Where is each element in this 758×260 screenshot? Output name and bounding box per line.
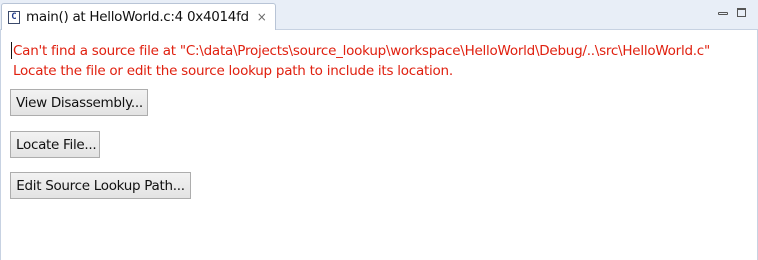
close-icon[interactable]: ×	[256, 11, 268, 23]
maximize-icon[interactable]	[737, 8, 746, 17]
minimize-icon[interactable]	[717, 8, 728, 18]
locate-file-button[interactable]: Locate File...	[10, 131, 100, 158]
text-caret	[11, 42, 12, 59]
editor-window: C main() at HelloWorld.c:4 0x4014fd × Ca…	[0, 0, 758, 260]
window-controls	[717, 8, 746, 18]
error-message-line-1: Can't find a source file at "C:\data\Pro…	[13, 43, 710, 59]
tab-title: main() at HelloWorld.c:4 0x4014fd	[26, 9, 249, 25]
tab-main-hello-world[interactable]: C main() at HelloWorld.c:4 0x4014fd ×	[1, 3, 276, 30]
c-source-file-icon: C	[8, 10, 20, 24]
edit-source-lookup-path-button[interactable]: Edit Source Lookup Path...	[10, 172, 191, 199]
editor-tab-bar: C main() at HelloWorld.c:4 0x4014fd ×	[0, 0, 758, 30]
source-not-found-panel: Can't find a source file at "C:\data\Pro…	[0, 30, 758, 260]
error-message-line-2: Locate the file or edit the source looku…	[13, 63, 453, 79]
view-disassembly-button[interactable]: View Disassembly...	[10, 89, 148, 116]
